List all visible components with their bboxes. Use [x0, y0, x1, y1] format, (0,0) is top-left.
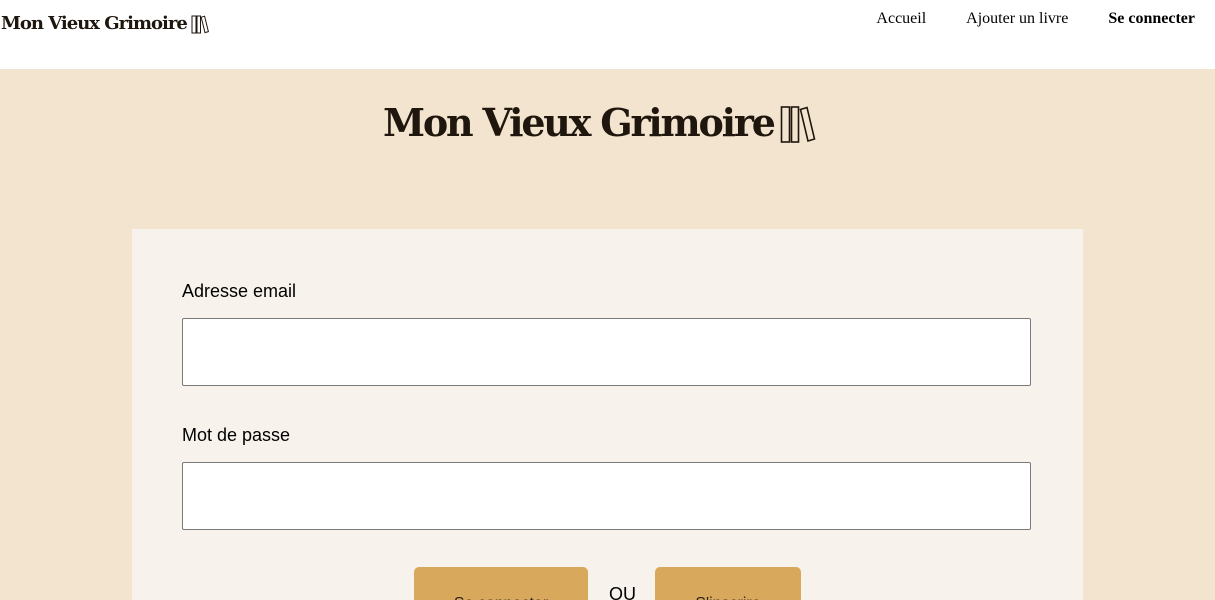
top-header: Mon Vieux Grimoire Accueil Ajouter un li…	[0, 0, 1215, 69]
hero-brand: Mon Vieux Grimoire	[383, 97, 833, 149]
header-logo-link[interactable]: Mon Vieux Grimoire	[1, 11, 209, 37]
nav-link-home[interactable]: Accueil	[876, 8, 926, 30]
register-button[interactable]: S'inscrire	[655, 567, 801, 600]
or-separator: OU	[609, 584, 636, 600]
hero-brand-name: Mon Vieux Grimoire	[383, 100, 776, 145]
login-card: Adresse email Mot de passe Se connecter …	[132, 229, 1083, 600]
books-icon	[191, 15, 209, 34]
header-brand-name: Mon Vieux Grimoire	[1, 13, 188, 34]
nav-link-add-book[interactable]: Ajouter un livre	[966, 8, 1068, 30]
login-button[interactable]: Se connecter	[414, 567, 588, 600]
books-icon	[780, 106, 816, 143]
password-input[interactable]	[182, 462, 1031, 530]
password-label: Mot de passe	[182, 425, 291, 445]
nav-link-login[interactable]: Se connecter	[1108, 8, 1195, 30]
login-page: Mon Vieux Grimoire Adresse email Mot de …	[0, 69, 1215, 600]
email-label: Adresse email	[182, 281, 297, 301]
main-nav: Accueil Ajouter un livre Se connecter	[876, 8, 1195, 30]
email-input[interactable]	[182, 318, 1031, 386]
